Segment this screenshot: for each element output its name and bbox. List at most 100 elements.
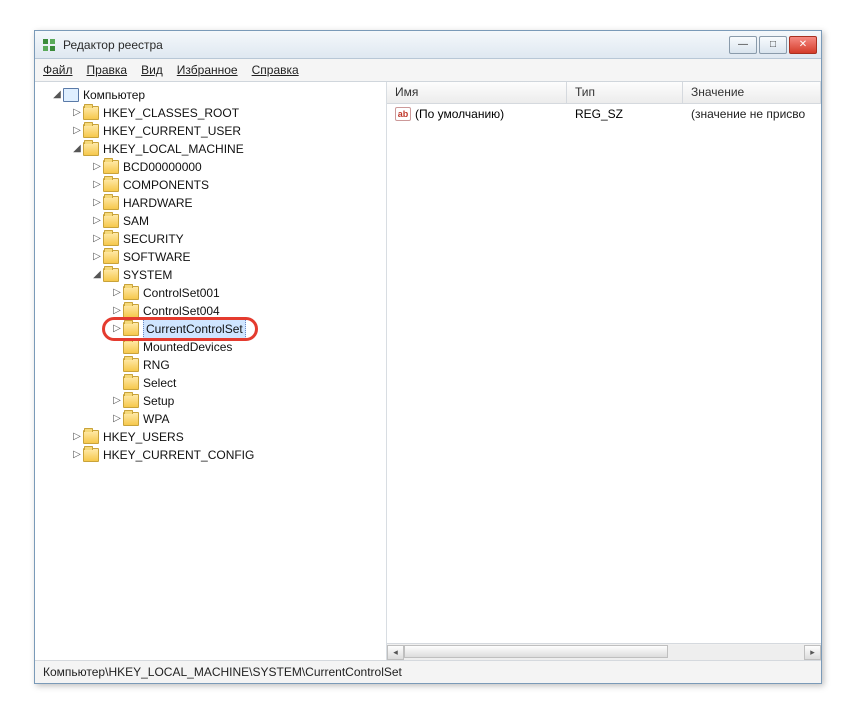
column-value[interactable]: Значение [683, 82, 821, 103]
values-pane: Имя Тип Значение ab (По умолчанию) REG_S… [387, 82, 821, 660]
tree-label: Setup [143, 392, 174, 410]
folder-icon [103, 214, 119, 228]
column-name[interactable]: Имя [387, 82, 567, 103]
maximize-button[interactable]: □ [759, 36, 787, 54]
expand-icon[interactable]: ▷ [91, 230, 103, 248]
folder-icon [83, 430, 99, 444]
tree-label: RNG [143, 356, 170, 374]
tree-node-mounteddevices[interactable]: ▷MountedDevices [35, 338, 386, 356]
folder-icon [83, 448, 99, 462]
tree-node-hkcu[interactable]: ▷ HKEY_CURRENT_USER [35, 122, 386, 140]
folder-icon [123, 340, 139, 354]
collapse-icon[interactable]: ◢ [91, 266, 103, 284]
menu-edit[interactable]: Правка [87, 63, 128, 77]
expand-icon[interactable]: ▷ [71, 104, 83, 122]
menu-favorites[interactable]: Избранное [177, 63, 238, 77]
scroll-left-button[interactable]: ◂ [387, 645, 404, 660]
collapse-icon[interactable]: ◢ [51, 86, 63, 104]
collapse-icon[interactable]: ◢ [71, 140, 83, 158]
folder-icon [123, 322, 139, 336]
expand-icon[interactable]: ▷ [91, 158, 103, 176]
scroll-track[interactable] [404, 645, 804, 660]
menubar: Файл Правка Вид Избранное Справка [35, 59, 821, 82]
content-area: ◢ Компьютер ▷ HKEY_CLASSES_ROOT [35, 82, 821, 660]
folder-icon [83, 142, 99, 156]
string-value-icon: ab [395, 107, 411, 121]
tree-label: HKEY_CURRENT_USER [103, 122, 241, 140]
tree-label: Компьютер [83, 86, 145, 104]
tree-label: HKEY_CLASSES_ROOT [103, 104, 239, 122]
expand-icon[interactable]: ▷ [111, 392, 123, 410]
menu-view[interactable]: Вид [141, 63, 163, 77]
tree-label: HARDWARE [123, 194, 193, 212]
tree-node-sam[interactable]: ▷SAM [35, 212, 386, 230]
expand-icon[interactable]: ▷ [111, 320, 123, 338]
tree-pane[interactable]: ◢ Компьютер ▷ HKEY_CLASSES_ROOT [35, 82, 387, 660]
window-title: Редактор реестра [63, 38, 729, 52]
tree-label: BCD00000000 [123, 158, 202, 176]
tree-node-hkcr[interactable]: ▷ HKEY_CLASSES_ROOT [35, 104, 386, 122]
expand-icon[interactable]: ▷ [91, 194, 103, 212]
tree-node-components[interactable]: ▷ COMPONENTS [35, 176, 386, 194]
folder-icon [123, 394, 139, 408]
tree-node-cs004[interactable]: ▷ControlSet004 [35, 302, 386, 320]
scroll-right-button[interactable]: ▸ [804, 645, 821, 660]
folder-icon [83, 106, 99, 120]
column-type[interactable]: Тип [567, 82, 683, 103]
folder-icon [123, 376, 139, 390]
statusbar-path: Компьютер\HKEY_LOCAL_MACHINE\SYSTEM\Curr… [43, 665, 402, 679]
tree-label: HKEY_CURRENT_CONFIG [103, 446, 254, 464]
expand-icon[interactable]: ▷ [91, 176, 103, 194]
minimize-button[interactable]: — [729, 36, 757, 54]
expand-icon[interactable]: ▷ [71, 122, 83, 140]
tree-label: COMPONENTS [123, 176, 209, 194]
tree-node-security[interactable]: ▷SECURITY [35, 230, 386, 248]
menu-help[interactable]: Справка [252, 63, 299, 77]
expand-icon[interactable]: ▷ [91, 212, 103, 230]
expand-icon[interactable]: ▷ [111, 284, 123, 302]
folder-icon [103, 196, 119, 210]
folder-icon [103, 250, 119, 264]
expand-icon[interactable]: ▷ [91, 248, 103, 266]
tree-node-currentcontrolset[interactable]: ▷CurrentControlSet [35, 320, 386, 338]
tree-node-setup[interactable]: ▷ Setup [35, 392, 386, 410]
tree-node-select[interactable]: ▷Select [35, 374, 386, 392]
value-name: (По умолчанию) [415, 107, 504, 121]
tree-node-rng[interactable]: ▷RNG [35, 356, 386, 374]
folder-icon [103, 268, 119, 282]
expand-icon[interactable]: ▷ [71, 428, 83, 446]
statusbar: Компьютер\HKEY_LOCAL_MACHINE\SYSTEM\Curr… [35, 660, 821, 683]
expand-icon[interactable]: ▷ [111, 410, 123, 428]
tree-node-cs001[interactable]: ▷ ControlSet001 [35, 284, 386, 302]
tree-node-wpa[interactable]: ▷WPA [35, 410, 386, 428]
tree-node-system[interactable]: ◢ SYSTEM [35, 266, 386, 284]
value-row[interactable]: ab (По умолчанию) REG_SZ (значение не пр… [387, 104, 821, 124]
tree-node-bcd[interactable]: ▷ BCD00000000 [35, 158, 386, 176]
expand-icon[interactable]: ▷ [71, 446, 83, 464]
titlebar[interactable]: Редактор реестра — □ ✕ [35, 31, 821, 59]
app-icon [41, 37, 57, 53]
tree-node-software[interactable]: ▷ SOFTWARE [35, 248, 386, 266]
menu-file[interactable]: Файл [43, 63, 73, 77]
folder-icon [123, 358, 139, 372]
expand-icon[interactable]: ▷ [111, 302, 123, 320]
folder-icon [103, 160, 119, 174]
tree-label: ControlSet001 [143, 284, 220, 302]
tree-label: Select [143, 374, 176, 392]
tree-label: SYSTEM [123, 266, 172, 284]
scroll-thumb[interactable] [404, 645, 668, 658]
value-data: (значение не присво [683, 107, 821, 121]
tree-label: HKEY_LOCAL_MACHINE [103, 140, 244, 158]
values-list[interactable]: ab (По умолчанию) REG_SZ (значение не пр… [387, 104, 821, 643]
tree-node-hkcc[interactable]: ▷ HKEY_CURRENT_CONFIG [35, 446, 386, 464]
regedit-window: Редактор реестра — □ ✕ Файл Правка Вид И… [34, 30, 822, 684]
folder-icon [83, 124, 99, 138]
tree-node-hardware[interactable]: ▷ HARDWARE [35, 194, 386, 212]
horizontal-scrollbar[interactable]: ◂ ▸ [387, 643, 821, 660]
tree-label: SOFTWARE [123, 248, 191, 266]
tree-label: HKEY_USERS [103, 428, 184, 446]
tree-node-computer[interactable]: ◢ Компьютер [35, 86, 386, 104]
close-button[interactable]: ✕ [789, 36, 817, 54]
tree-node-hku[interactable]: ▷ HKEY_USERS [35, 428, 386, 446]
tree-node-hklm[interactable]: ◢ HKEY_LOCAL_MACHINE [35, 140, 386, 158]
